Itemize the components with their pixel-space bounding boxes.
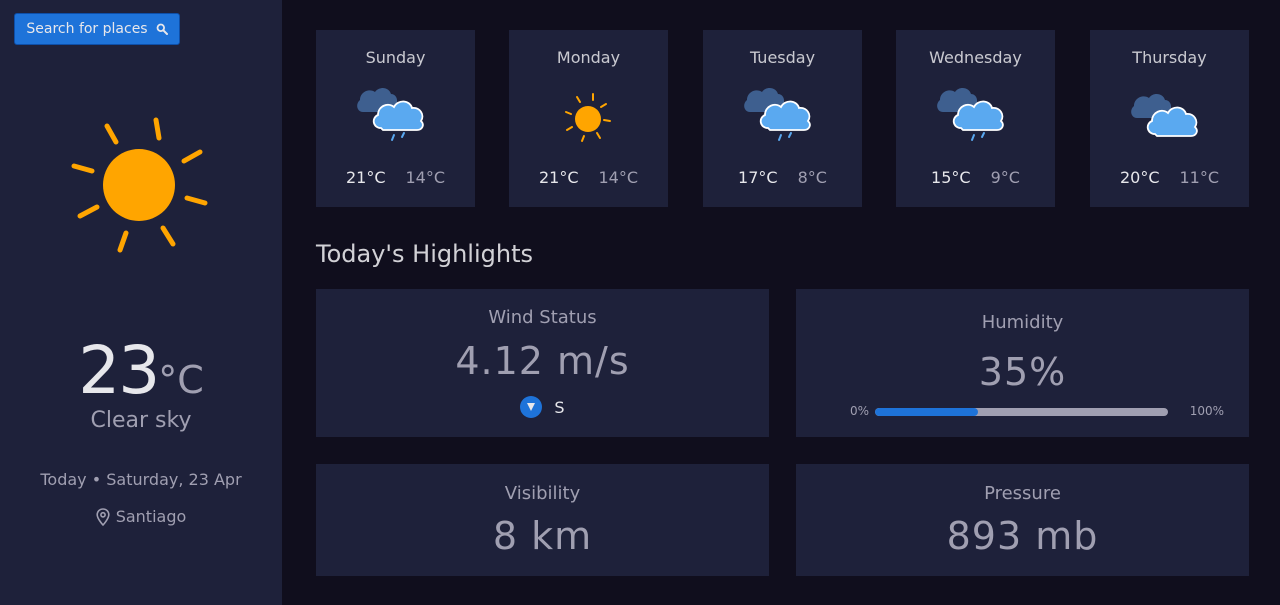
visibility-label: Visibility — [504, 483, 581, 504]
forecast-min: 11°C — [1179, 168, 1220, 187]
search-icon — [156, 23, 168, 35]
forecast-max: 17°C — [738, 168, 778, 187]
cloud-icon — [1127, 82, 1213, 154]
rain-cloud-icon — [933, 82, 1019, 154]
pressure-label: Pressure — [984, 483, 1061, 504]
forecast-card-wednesday: Wednesday 15°C 9°C — [896, 30, 1055, 207]
forecast-min: 14°C — [405, 168, 446, 187]
rain-cloud-icon — [740, 82, 826, 154]
search-button[interactable]: Search for places — [14, 13, 180, 45]
forecast-day: Wednesday — [929, 48, 1022, 67]
weather-condition: Clear sky — [90, 408, 192, 433]
pressure-value: 893 mb — [946, 514, 1099, 558]
sidebar: Search for places 23°C Clear sky Today •… — [0, 0, 282, 605]
humidity-card: Humidity 35% 0% 100% — [796, 289, 1249, 437]
highlights-title: Today's Highlights — [316, 240, 533, 268]
forecast-card-monday: Monday 21°C 14°C — [509, 30, 668, 207]
location-name: Santiago — [115, 507, 187, 526]
forecast-min: 9°C — [990, 168, 1020, 187]
location: Santiago — [0, 507, 282, 526]
wind-direction-arrow-icon — [520, 396, 543, 418]
forecast-day: Thursday — [1132, 48, 1207, 67]
progress-fill — [875, 408, 978, 416]
forecast-card-sunday: Sunday 21°C 14°C — [316, 30, 475, 207]
forecast-max: 21°C — [538, 168, 579, 187]
temperature-value: 23 — [78, 332, 160, 409]
progress-track — [875, 408, 1168, 416]
sun-icon — [546, 82, 632, 154]
forecast-max: 15°C — [931, 168, 971, 187]
progress-min-label: 0% — [850, 404, 870, 418]
forecast-min: 14°C — [598, 168, 639, 187]
visibility-card: Visibility 8 km — [316, 464, 769, 576]
wind-value: 4.12 m/s — [455, 339, 630, 383]
wind-label: Wind Status — [488, 307, 597, 328]
humidity-label: Humidity — [981, 312, 1064, 333]
temperature-unit: °C — [158, 358, 204, 402]
forecast-day: Sunday — [365, 48, 426, 67]
forecast-max: 20°C — [1119, 168, 1160, 187]
humidity-progress: 0% 100% — [848, 403, 1224, 419]
rain-cloud-icon — [353, 82, 439, 154]
forecast-day: Monday — [556, 48, 621, 67]
wind-direction-label: S — [554, 397, 565, 417]
forecast-card-thursday: Thursday 20°C 11°C — [1090, 30, 1249, 207]
current-temperature: 23°C — [0, 332, 282, 409]
forecast-card-tuesday: Tuesday 17°C 8°C — [703, 30, 862, 207]
progress-max-label: 100% — [1189, 404, 1224, 418]
location-pin-icon — [96, 507, 110, 526]
wind-direction: S — [316, 396, 769, 418]
forecast-day: Tuesday — [749, 48, 816, 67]
forecast-min: 8°C — [797, 168, 827, 187]
search-label: Search for places — [26, 21, 148, 37]
visibility-value: 8 km — [492, 514, 593, 558]
wind-status-card: Wind Status 4.12 m/s S — [316, 289, 769, 437]
humidity-value: 35% — [978, 350, 1067, 394]
current-date: Today • Saturday, 23 Apr — [40, 470, 242, 489]
pressure-card: Pressure 893 mb — [796, 464, 1249, 576]
forecast-max: 21°C — [345, 168, 386, 187]
sun-icon — [60, 110, 220, 260]
